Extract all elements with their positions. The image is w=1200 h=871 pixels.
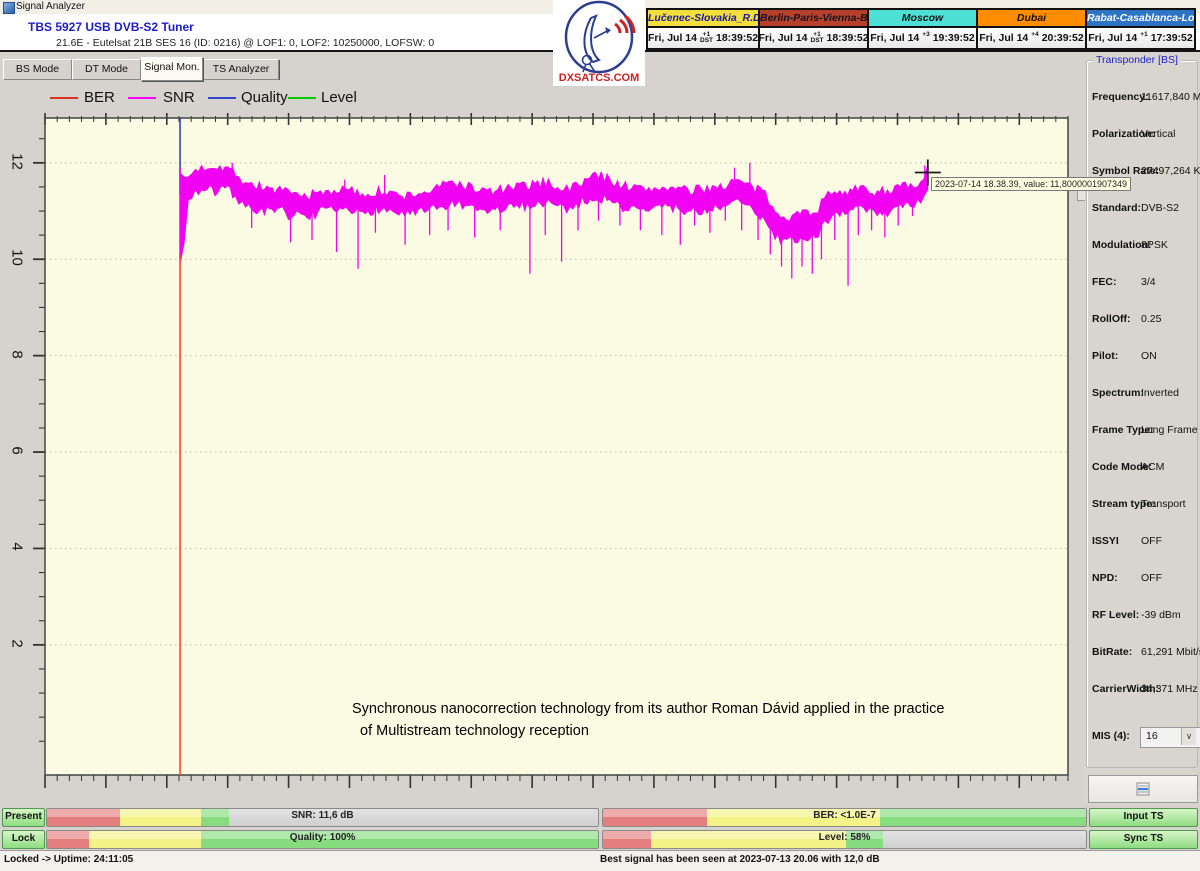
clock-date: Fri, Jul 14 [648, 32, 697, 44]
y-tick-label-12: 12 [9, 150, 26, 172]
clock-city: Dubai [978, 10, 1085, 28]
clock-utc-offset: +3 [922, 32, 929, 45]
bar-text: Level: 58% [603, 832, 1086, 843]
y-tick-label-4: 4 [9, 536, 26, 558]
clock-time: Fri, Jul 14+1DST18:39:52 [648, 28, 758, 48]
clock-utc-offset: +4 [1031, 32, 1038, 45]
y-tick-label-2: 2 [9, 632, 26, 654]
tr-value-11: Transport [1141, 498, 1186, 510]
tr-value-12: OFF [1141, 535, 1162, 547]
mis-label: MIS (4): [1092, 730, 1130, 742]
clock-2: MoscowFri, Jul 14+3 19:39:52 [867, 10, 976, 48]
tr-label-15: BitRate: [1092, 646, 1132, 658]
lock-progressbar: Quality: 100% [46, 830, 599, 849]
clock-time: Fri, Jul 14 +1DST18:39:52 [760, 28, 867, 48]
chart-tooltip: 2023-07-14 18.38.39, value: 11,800000190… [931, 177, 1131, 191]
tr-value-8: Inverted [1141, 387, 1179, 399]
status-bar: Locked -> Uptime: 24:11:05 Best signal h… [0, 850, 1200, 871]
sync-ts-button[interactable]: Sync TS [1089, 830, 1198, 849]
tr-value-9: Long Frame [1141, 424, 1198, 436]
clock-utc-offset: +1DST [700, 32, 713, 45]
clock-4: Rabat-Casablanca-LondonFri, Jul 14+1 17:… [1085, 10, 1194, 48]
tr-value-3: DVB-S2 [1141, 202, 1179, 214]
tuner-subtitle: 21.6E - Eutelsat 21B SES 16 (ID: 0216) @… [56, 37, 434, 49]
tr-label-12: ISSYI [1092, 535, 1119, 547]
tr-value-4: 8PSK [1141, 239, 1168, 251]
clock-time: Fri, Jul 14+1 17:39:52 [1087, 28, 1194, 48]
clock-utc-offset: +1 [1140, 32, 1147, 45]
tr-label-5: FEC: [1092, 276, 1117, 288]
input-ts-button[interactable]: Input TS [1089, 808, 1198, 827]
tr-value-2: 27497,264 KS/s [1141, 165, 1200, 177]
y-tick-label-8: 8 [9, 343, 26, 365]
tr-label-13: NPD: [1092, 572, 1118, 584]
clock-1: Berlin-Paris-Vienna-Belgrade Fri, Jul 14 +… [758, 10, 867, 48]
chart-annotation-line2: of Multistream technology reception [360, 723, 589, 739]
clock-date: Fri, Jul 14 [870, 32, 919, 44]
status-uptime: Locked -> Uptime: 24:11:05 [4, 854, 133, 865]
signal-bars-area: PresentSNR: 11,6 dBLockQuality: 100% Inpu… [0, 806, 1200, 850]
tr-value-7: ON [1141, 350, 1157, 362]
clock-city: Lučenec-Slovakia_R.Dávid [648, 10, 758, 28]
window-title: Signal Analyzer [16, 1, 85, 12]
satellite-dish-icon [553, 0, 645, 74]
tr-value-1: Vertical [1141, 128, 1175, 140]
tab-dt-mode[interactable]: DT Mode [72, 59, 141, 80]
clock-date: Fri, Jul 14 [1088, 32, 1137, 44]
tab-signal-mon-[interactable]: Signal Mon. [141, 57, 203, 81]
world-clocks: Lučenec-Slovakia_R.DávidFri, Jul 14+1DST… [646, 8, 1196, 50]
tr-label-6: RollOff: [1092, 313, 1131, 325]
clock-date: Fri, Jul 14 [979, 32, 1028, 44]
tr-label-3: Standard: [1092, 202, 1141, 214]
bar-text: BER: <1.0E-7 [603, 810, 1086, 821]
y-tick-label-6: 6 [9, 440, 26, 462]
clock-hms: 20:39:52 [1042, 32, 1084, 44]
tr-value-15: 61,291 Mbit/s [1141, 646, 1200, 658]
sync-ts-progressbar: Level: 58% [602, 830, 1087, 849]
input-ts-progressbar: BER: <1.0E-7 [602, 808, 1087, 827]
app-icon [3, 2, 15, 14]
tr-value-5: 3/4 [1141, 276, 1156, 288]
tr-value-6: 0.25 [1141, 313, 1161, 325]
bar-text: SNR: 11,6 dB [47, 810, 598, 821]
present-button[interactable]: Present [2, 808, 45, 827]
clock-0: Lučenec-Slovakia_R.DávidFri, Jul 14+1DST… [648, 10, 758, 48]
tr-value-10: ACM [1141, 461, 1164, 473]
chevron-down-icon[interactable]: ∨ [1181, 728, 1196, 745]
tr-label-14: RF Level: [1092, 609, 1139, 621]
clock-date: Fri, Jul 14 [758, 32, 807, 44]
clock-hms: 18:39:52 [716, 32, 758, 44]
logo-text: DXSATCS.COM [553, 72, 645, 84]
present-progressbar: SNR: 11,6 dB [46, 808, 599, 827]
y-tick-label-10: 10 [9, 247, 26, 269]
tab-bs-mode[interactable]: BS Mode [3, 59, 72, 80]
status-best-signal: Best signal has been seen at 2023-07-13 … [600, 854, 880, 865]
tr-label-7: Pilot: [1092, 350, 1118, 362]
tr-value-0: 11617,840 MHz [1141, 91, 1200, 103]
snr-chart[interactable] [25, 98, 1088, 798]
clock-city: Rabat-Casablanca-London [1087, 10, 1194, 28]
clock-time: Fri, Jul 14+3 19:39:52 [869, 28, 976, 48]
chart-annotation-line1: Synchronous nanocorrection technology fr… [352, 701, 944, 717]
clock-city: Moscow [869, 10, 976, 28]
clock-city: Berlin-Paris-Vienna-Belgrade [760, 10, 867, 28]
tuner-title: TBS 5927 USB DVB-S2 Tuner [28, 20, 194, 34]
panel-action-button[interactable] [1088, 775, 1198, 803]
clock-utc-offset: +1DST [811, 32, 824, 45]
tab-ts-analyzer-ok-[interactable]: TS Analyzer (OK) [203, 59, 279, 80]
tr-value-16: 34,371 MHz [1141, 683, 1198, 695]
list-icon [1136, 782, 1150, 796]
tr-value-13: OFF [1141, 572, 1162, 584]
lock-button[interactable]: Lock [2, 830, 45, 849]
clock-hms: 17:39:52 [1151, 32, 1193, 44]
clock-time: Fri, Jul 14+4 20:39:52 [978, 28, 1085, 48]
tr-label-8: Spectrum: [1092, 387, 1144, 399]
transponder-title: Transponder [BS] [1093, 54, 1181, 66]
bar-text: Quality: 100% [47, 832, 598, 843]
tr-value-14: -39 dBm [1141, 609, 1181, 621]
clock-hms: 19:39:52 [933, 32, 975, 44]
clock-hms: 18:39:52 [827, 32, 869, 44]
clock-3: DubaiFri, Jul 14+4 20:39:52 [976, 10, 1085, 48]
dxsatcs-logo: DXSATCS.COM [553, 0, 645, 86]
